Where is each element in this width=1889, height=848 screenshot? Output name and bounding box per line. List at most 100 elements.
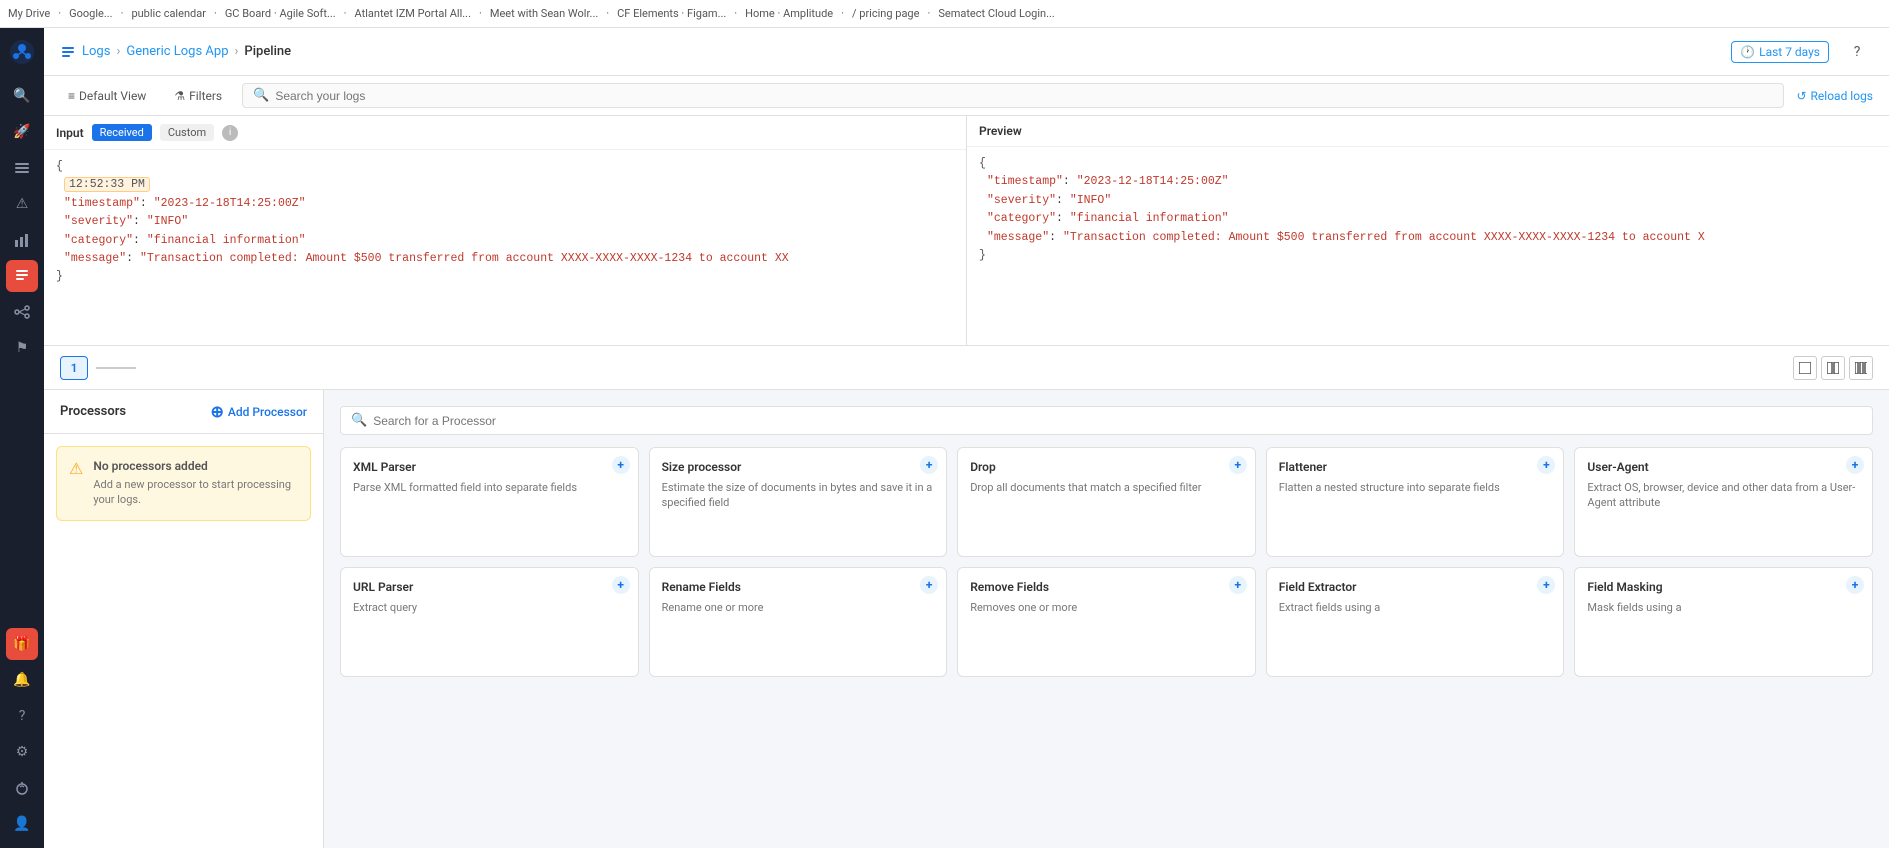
nav-item[interactable]: public calendar [131,7,206,20]
preview-panel-header: Preview [967,116,1889,147]
card-add-icon-flattener[interactable]: + [1537,456,1555,474]
sidebar-icon-bell[interactable]: 🔔 [6,664,38,696]
tab-received[interactable]: Received [92,124,152,141]
app-logo[interactable] [6,36,38,68]
processor-search-input[interactable] [373,414,1862,428]
add-processor-plus-icon: ⊕ [210,402,223,421]
processor-card-size-processor[interactable]: + Size processor Estimate the size of do… [649,447,948,557]
processor-grid-area: 🔍 + XML Parser Parse XML formatted field… [324,390,1889,848]
breadcrumb-current: Pipeline [244,44,291,59]
nav-sep: · [121,7,124,20]
nav-item[interactable]: Atlantet IZM Portal All... [355,7,471,20]
view-icons [1793,356,1873,380]
breadcrumb-app[interactable]: Generic Logs App [126,44,228,59]
sidebar-icon-user[interactable]: 👤 [6,808,38,840]
preview-code-area: { "timestamp": "2023-12-18T14:25:00Z" "s… [967,147,1889,345]
default-view-label: Default View [79,89,146,103]
sidebar-icon-logs[interactable] [6,260,38,292]
processors-header: Processors ⊕ Add Processor [44,390,323,434]
sidebar-icon-search[interactable]: 🔍 [6,80,38,112]
nav-item[interactable]: / pricing page [852,7,919,20]
processor-card-xml-parser[interactable]: + XML Parser Parse XML formatted field i… [340,447,639,557]
card-add-icon-remove-fields[interactable]: + [1229,576,1247,594]
add-processor-label: Add Processor [228,405,307,419]
sidebar-icon-debug[interactable] [6,772,38,804]
card-title-url-parser: URL Parser [353,580,606,594]
card-add-icon-drop[interactable]: + [1229,456,1247,474]
input-code-area: { 12:52:33 PM "timestamp": "2023-12-18T1… [44,150,966,345]
processor-card-field-masking[interactable]: + Field Masking Mask fields using a [1574,567,1873,677]
preview-title: Preview [979,124,1022,138]
filters-button[interactable]: ⚗ Filters [166,85,230,107]
breadcrumb: Logs › Generic Logs App › Pipeline [60,44,291,60]
time-range-badge[interactable]: 🕐 Last 7 days [1731,41,1829,63]
processor-card-rename-fields[interactable]: + Rename Fields Rename one or more [649,567,948,677]
view-icon-compact[interactable] [1849,356,1873,380]
processor-search-icon: 🔍 [351,413,367,428]
no-processors-text: Add a new processor to start processing … [93,477,298,508]
nav-item[interactable]: GC Board · Agile Soft... [225,7,336,20]
preview-code-line-2: "severity": "INFO" [979,192,1877,210]
code-line-timestamp-label: 12:52:33 PM [56,176,954,194]
help-icon[interactable]: ? [1841,36,1873,68]
sidebar-icon-settings[interactable]: ⚙ [6,736,38,768]
card-desc-url-parser: Extract query [353,600,626,615]
card-desc-size-processor: Estimate the size of documents in bytes … [662,480,935,511]
card-desc-field-extractor: Extract fields using a [1279,600,1552,615]
card-add-icon-field-extractor[interactable]: + [1537,576,1555,594]
nav-item[interactable]: CF Elements · Figam... [617,7,726,20]
warning-icon: ⚠ [69,459,83,508]
reload-button[interactable]: ↺ Reload logs [1796,89,1873,103]
card-add-icon-size-processor[interactable]: + [920,456,938,474]
nav-item[interactable]: My Drive [8,7,50,20]
nav-sep: · [927,7,930,20]
add-processor-button[interactable]: ⊕ Add Processor [210,402,307,421]
processor-card-flattener[interactable]: + Flattener Flatten a nested structure i… [1266,447,1565,557]
card-add-icon-xml-parser[interactable]: + [612,456,630,474]
nav-sep: · [841,7,844,20]
sidebar-icon-gift[interactable]: 🎁 [6,628,38,660]
toolbar: ≡ Default View ⚗ Filters 🔍 ↺ Reload logs [44,76,1889,116]
sidebar-icon-flag[interactable]: ⚑ [6,332,38,364]
default-view-button[interactable]: ≡ Default View [60,85,154,107]
processor-search-bar[interactable]: 🔍 [340,406,1873,435]
processor-card-url-parser[interactable]: + URL Parser Extract query [340,567,639,677]
view-icon-split[interactable] [1821,356,1845,380]
sidebar-icon-deploy[interactable]: 🚀 [6,116,38,148]
card-desc-xml-parser: Parse XML formatted field into separate … [353,480,626,495]
card-add-icon-rename-fields[interactable]: + [920,576,938,594]
card-title-rename-fields: Rename Fields [662,580,915,594]
sidebar-icon-help[interactable]: ? [6,700,38,732]
nav-item[interactable]: Google... [69,7,112,20]
nav-item[interactable]: Home · Amplitude [745,7,833,20]
clock-icon: 🕐 [1740,45,1755,59]
nav-sep: · [734,7,737,20]
sidebar-icon-alert[interactable]: ⚠ [6,188,38,220]
input-info-icon[interactable]: i [222,125,238,141]
step-number-badge: 1 [60,356,88,380]
nav-item[interactable]: Sematect Cloud Login... [938,7,1054,20]
tab-custom[interactable]: Custom [160,124,214,141]
card-add-icon-field-masking[interactable]: + [1846,576,1864,594]
processor-card-drop[interactable]: + Drop Drop all documents that match a s… [957,447,1256,557]
card-desc-drop: Drop all documents that match a specifie… [970,480,1243,495]
processor-card-field-extractor[interactable]: + Field Extractor Extract fields using a [1266,567,1565,677]
search-input[interactable] [275,89,1773,103]
nav-item[interactable]: Meet with Sean Wolr... [490,7,598,20]
card-add-icon-user-agent[interactable]: + [1846,456,1864,474]
sidebar-icon-chart[interactable] [6,224,38,256]
breadcrumb-sep1: › [116,44,120,59]
view-icon-full[interactable] [1793,356,1817,380]
timestamp-badge: 12:52:33 PM [64,177,150,192]
sidebar-icon-integration[interactable] [6,296,38,328]
input-panel: Input Received Custom i { 12:52:33 PM "t… [44,116,967,345]
log-search-bar[interactable]: 🔍 [242,83,1784,108]
left-sidebar: 🔍 🚀 ⚠ ⚑ 🎁 🔔 ? ⚙ 👤 [0,28,44,848]
preview-code-line-1: "timestamp": "2023-12-18T14:25:00Z" [979,173,1877,191]
breadcrumb-logs[interactable]: Logs [82,44,110,59]
processor-card-remove-fields[interactable]: + Remove Fields Removes one or more [957,567,1256,677]
card-add-icon-url-parser[interactable]: + [612,576,630,594]
processor-card-user-agent[interactable]: + User-Agent Extract OS, browser, device… [1574,447,1873,557]
card-title-flattener: Flattener [1279,460,1532,474]
sidebar-icon-layers[interactable] [6,152,38,184]
